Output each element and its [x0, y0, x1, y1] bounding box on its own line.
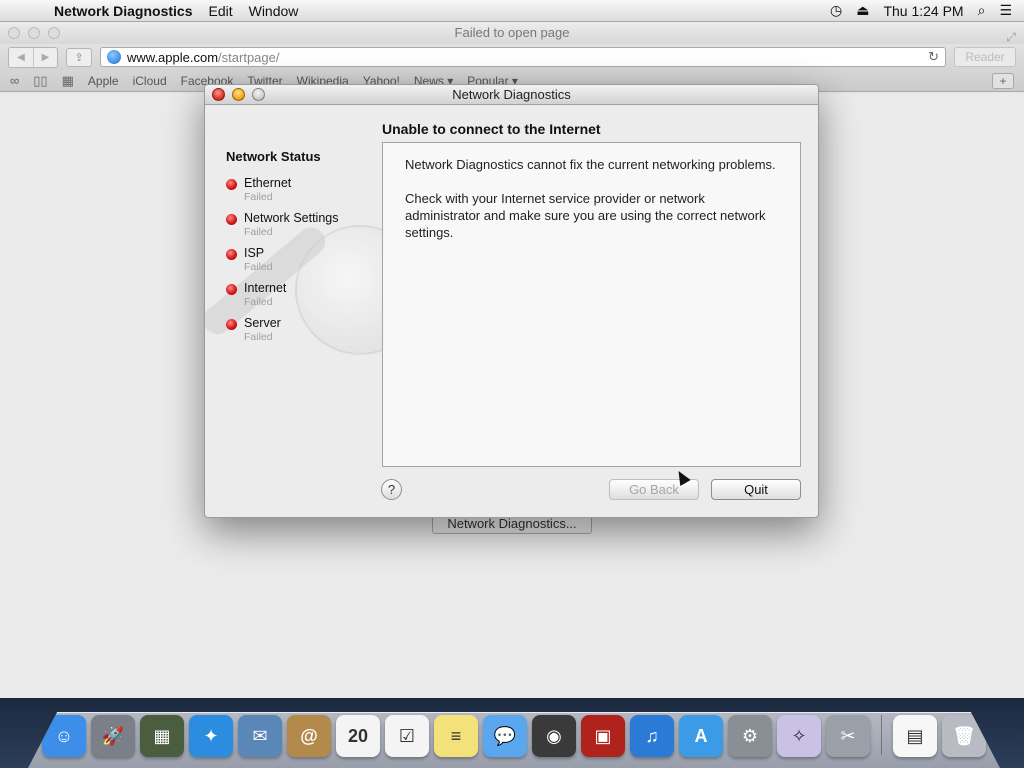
- message-paragraph-2: Check with your Internet service provide…: [405, 191, 766, 240]
- clock[interactable]: Thu 1:24 PM: [883, 3, 963, 19]
- notes-icon[interactable]: ≡: [434, 715, 478, 757]
- red-status-icon: [226, 319, 237, 330]
- status-item-network-settings: Network Settings Failed: [226, 211, 376, 246]
- network-diagnostics-dialog: Network Diagnostics Network Status Ether…: [204, 84, 819, 518]
- forward-icon[interactable]: ▶: [33, 47, 57, 67]
- status-name: Server: [244, 316, 281, 330]
- mission-control-icon[interactable]: ▦: [140, 715, 184, 757]
- safari-toolbar: ◀ ▶ ⇪ www.apple.com/startpage/ ↻ Reader: [0, 44, 1024, 70]
- red-status-icon: [226, 249, 237, 260]
- back-forward-buttons: ◀ ▶: [8, 46, 58, 68]
- back-icon[interactable]: ◀: [9, 48, 33, 67]
- reminders-icon[interactable]: ☑: [385, 715, 429, 757]
- network-setup-assistant-icon[interactable]: ✧: [777, 715, 821, 757]
- reader-button[interactable]: Reader: [954, 47, 1016, 67]
- red-status-icon: [226, 179, 237, 190]
- minimize-icon[interactable]: [28, 27, 40, 39]
- address-field[interactable]: www.apple.com/startpage/ ↻: [100, 47, 946, 67]
- reading-list-icon[interactable]: ∞: [10, 73, 19, 88]
- bookmark-apple[interactable]: Apple: [88, 74, 119, 88]
- message-box: Network Diagnostics cannot fix the curre…: [382, 142, 801, 467]
- dialog-window-controls: [212, 88, 265, 101]
- document-icon[interactable]: ▤: [893, 715, 937, 757]
- status-name: ISP: [244, 246, 265, 260]
- help-button[interactable]: ?: [381, 479, 402, 500]
- safari-titlebar: Failed to open page ⤢: [0, 22, 1024, 44]
- message-paragraph-1: Network Diagnostics cannot fix the curre…: [405, 157, 776, 172]
- itunes-icon[interactable]: ♫: [630, 715, 674, 757]
- quit-button[interactable]: Quit: [711, 479, 801, 500]
- spotlight-icon[interactable]: ⌕: [978, 2, 986, 19]
- globe-icon: [107, 50, 121, 64]
- reload-icon[interactable]: ↻: [928, 49, 939, 65]
- url-host: www.apple.com: [127, 49, 219, 65]
- network-status-title: Network Status: [226, 149, 321, 164]
- red-status-icon: [226, 284, 237, 295]
- zoom-icon[interactable]: [48, 27, 60, 39]
- app-menu[interactable]: Network Diagnostics: [54, 3, 200, 19]
- utilities-icon[interactable]: ✂: [826, 715, 870, 757]
- status-item-internet: Internet Failed: [226, 281, 376, 316]
- bookmark-icloud[interactable]: iCloud: [133, 74, 167, 88]
- messages-icon[interactable]: 💬: [483, 715, 527, 757]
- status-item-ethernet: Ethernet Failed: [226, 176, 376, 211]
- red-status-icon: [226, 214, 237, 225]
- photo-booth-icon[interactable]: ▣: [581, 715, 625, 757]
- dialog-titlebar: Network Diagnostics: [205, 85, 818, 105]
- time-machine-icon[interactable]: ◷: [830, 2, 842, 19]
- edit-menu[interactable]: Edit: [200, 3, 240, 19]
- status-state: Failed: [244, 191, 273, 203]
- status-name: Internet: [244, 281, 287, 295]
- network-status-panel: Network Status Ethernet Failed Network S…: [226, 149, 376, 351]
- safari-window-title: Failed to open page: [454, 25, 570, 40]
- calendar-icon[interactable]: 20: [336, 715, 380, 757]
- contacts-icon[interactable]: @: [287, 715, 331, 757]
- status-state: Failed: [244, 331, 273, 343]
- minimize-icon[interactable]: [232, 88, 245, 101]
- mail-icon[interactable]: ✉: [238, 715, 282, 757]
- close-icon[interactable]: [8, 27, 20, 39]
- fullscreen-icon[interactable]: ⤢: [1006, 26, 1016, 48]
- status-name: Network Settings: [244, 211, 339, 225]
- status-item-server: Server Failed: [226, 316, 376, 351]
- status-item-isp: ISP Failed: [226, 246, 376, 281]
- zoom-icon[interactable]: [252, 88, 265, 101]
- url-path: /startpage/: [218, 49, 280, 65]
- safari-icon[interactable]: ✦: [189, 715, 233, 757]
- dialog-heading: Unable to connect to the Internet: [382, 121, 601, 137]
- share-icon[interactable]: ⇪: [66, 47, 92, 67]
- launchpad-icon[interactable]: 🚀: [91, 715, 135, 757]
- system-preferences-icon[interactable]: ⚙: [728, 715, 772, 757]
- window-menu[interactable]: Window: [241, 3, 307, 19]
- status-name: Ethernet: [244, 176, 292, 190]
- url-text: www.apple.com/startpage/: [127, 50, 279, 65]
- eject-icon[interactable]: ⏏: [856, 2, 869, 19]
- notification-center-icon[interactable]: ☰: [999, 2, 1012, 19]
- dock: ☺ 🚀 ▦ ✦ ✉ @20 ☑ ≡ 💬 ◉ ▣ ♫ A ⚙ ✧ ✂ ▤ 🗑: [28, 712, 1000, 768]
- new-tab-icon[interactable]: +: [992, 72, 1014, 89]
- top-sites-icon[interactable]: ▦: [62, 73, 74, 89]
- status-state: Failed: [244, 226, 273, 238]
- close-icon[interactable]: [212, 88, 225, 101]
- status-menus: ◷ ⏏ Thu 1:24 PM ⌕ ☰: [830, 2, 1024, 19]
- safari-window-controls: [8, 27, 60, 39]
- bookmarks-icon[interactable]: ▯▯: [33, 73, 47, 89]
- dialog-title: Network Diagnostics: [452, 87, 571, 102]
- status-state: Failed: [244, 261, 273, 273]
- facetime-icon[interactable]: ◉: [532, 715, 576, 757]
- menu-bar: Network Diagnostics Edit Window ◷ ⏏ Thu …: [0, 0, 1024, 22]
- status-state: Failed: [244, 296, 273, 308]
- dock-separator: [881, 715, 882, 755]
- app-store-icon[interactable]: A: [679, 715, 723, 757]
